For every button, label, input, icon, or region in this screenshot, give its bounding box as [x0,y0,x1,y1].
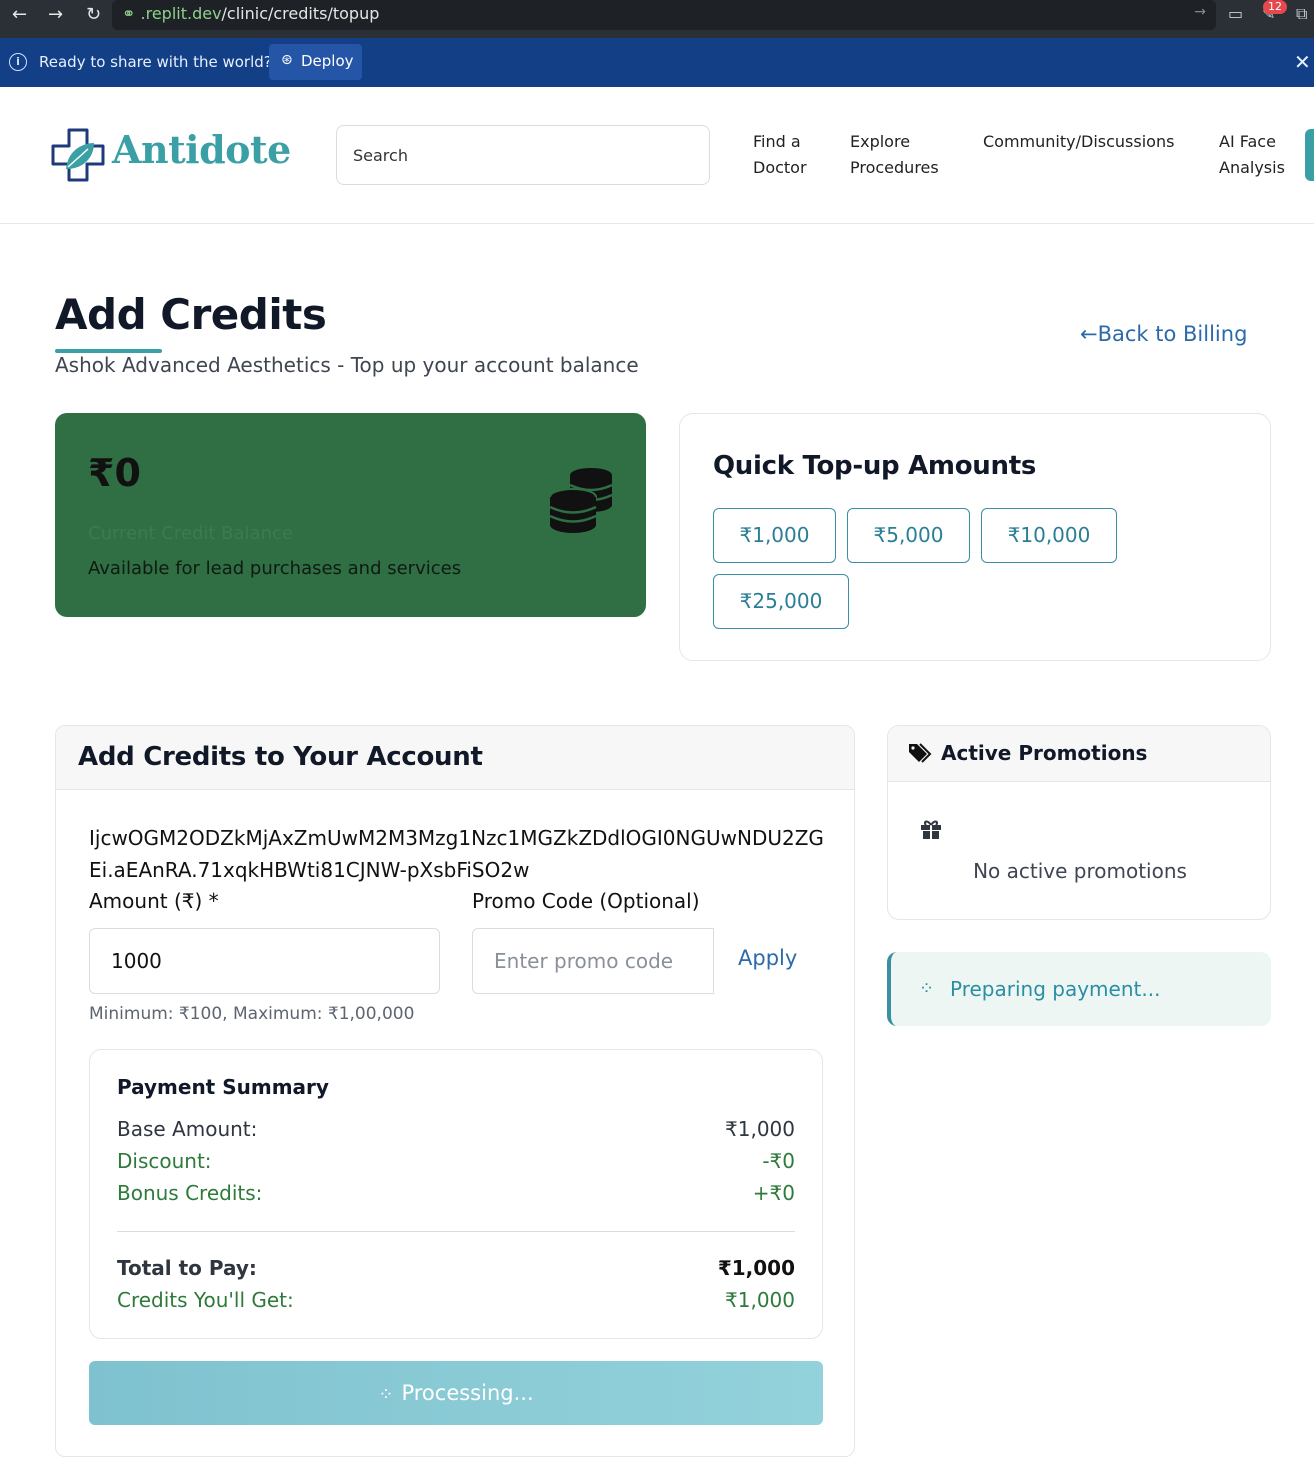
summary-row-discount: Discount: -₹0 [117,1149,795,1173]
nav-ai-face-analysis[interactable]: AI Face Analysis [1219,129,1285,181]
balance-note: Available for lead purchases and service… [88,558,462,579]
url-host: .replit.dev [140,4,222,23]
reload-icon[interactable]: ↻ [86,4,101,26]
deploy-icon: ⊛ [281,52,293,68]
add-credits-card: Add Credits to Your Account IjcwOGM2ODZk… [55,725,855,1457]
promo-code-input[interactable] [472,928,714,994]
logo-text[interactable]: Antidote [112,127,291,172]
summary-row-credits: Credits You'll Get: ₹1,000 [117,1288,795,1312]
amount-limits-hint: Minimum: ₹100, Maximum: ₹1,00,000 [89,1004,415,1024]
header-cta-button[interactable] [1305,129,1314,181]
notification-badge: 12 [1263,0,1287,14]
balance-label: Current Credit Balance [88,523,293,544]
preparing-payment-alert: ⁘ Preparing payment... [887,952,1271,1026]
page-title: Add Credits [55,290,327,339]
payment-summary-title: Payment Summary [117,1075,329,1099]
url-path: /clinic/credits/topup [221,4,380,23]
add-credits-title: Add Credits to Your Account [78,742,483,772]
apply-promo-button[interactable]: Apply [738,946,797,970]
promo-code-label: Promo Code (Optional) [472,889,700,913]
amount-label: Amount (₹) * [89,889,219,913]
summary-divider [117,1231,795,1232]
csrf-token-text: IjcwOGM2ODZkMjAxZmUwM2M3Mzg1Nzc1MGZkZDdl… [89,826,824,882]
deploy-button[interactable]: ⊛ Deploy [269,44,362,80]
go-arrow-icon[interactable]: → [1194,4,1206,20]
banner-text: Ready to share with the world? [39,53,272,71]
summary-row-bonus: Bonus Credits: +₹0 [117,1181,795,1205]
logo-cross-leaf-icon[interactable] [50,127,106,187]
nav-explore-procedures[interactable]: Explore Procedures [850,129,939,181]
topup-10000-button[interactable]: ₹10,000 [981,508,1117,563]
browser-toolbar: ← → ↻ ⚭ .replit.dev/clinic/credits/topup… [0,0,1314,38]
address-bar[interactable]: ⚭ .replit.dev/clinic/credits/topup → [112,0,1216,30]
nav-find-doctor[interactable]: Find a Doctor [753,129,807,181]
credit-balance-card: ₹0 Current Credit Balance Available for … [55,413,646,617]
close-icon[interactable]: ✕ [1294,50,1311,74]
screen-icon[interactable]: ▭ [1228,4,1243,23]
topup-1000-button[interactable]: ₹1,000 [713,508,836,563]
topup-25000-button[interactable]: ₹25,000 [713,574,849,629]
promotions-header: Active Promotions [888,726,1270,782]
balance-amount: ₹0 [88,451,141,495]
forward-arrow-icon[interactable]: → [48,4,63,26]
nav-community-discussions[interactable]: Community/Discussions [983,129,1174,155]
coins-icon [547,465,617,539]
summary-row-base: Base Amount: ₹1,000 [117,1117,795,1141]
quick-topup-card: Quick Top-up Amounts ₹1,000 ₹5,000 ₹10,0… [679,413,1271,661]
page-subtitle: Ashok Advanced Aesthetics - Top up your … [55,353,639,377]
promotions-title: Active Promotions [941,741,1148,765]
deploy-banner: i Ready to share with the world? ⊛ Deplo… [0,38,1314,87]
payment-summary: Payment Summary Base Amount: ₹1,000 Disc… [89,1049,823,1339]
summary-row-total: Total to Pay: ₹1,000 [117,1256,795,1280]
arrow-left-icon: ← [1080,322,1098,346]
processing-button[interactable]: ⁘ Processing... [89,1361,823,1425]
info-icon: i [9,53,27,71]
site-header: Antidote Search Find a Doctor Explore Pr… [0,87,1314,224]
add-credits-header: Add Credits to Your Account [56,726,854,790]
quick-topup-title: Quick Top-up Amounts [713,451,1036,481]
spinner-icon: ⁘ [919,978,935,999]
amount-input[interactable] [89,928,440,994]
no-promotions-text: No active promotions [973,859,1187,883]
preparing-payment-text: Preparing payment... [950,977,1161,1001]
external-window-icon[interactable]: ⧉ [1296,4,1307,24]
spinner-icon: ⁘ [378,1384,394,1405]
search-input[interactable]: Search [336,125,710,185]
gift-icon [920,818,942,844]
active-promotions-card: Active Promotions No active promotions [887,725,1271,920]
deploy-label: Deploy [301,52,354,70]
back-to-billing-link[interactable]: ←Back to Billing [1080,322,1247,346]
topup-5000-button[interactable]: ₹5,000 [847,508,970,563]
tags-icon [908,742,932,768]
back-arrow-icon[interactable]: ← [12,4,27,26]
link-icon: ⚭ [122,4,136,23]
